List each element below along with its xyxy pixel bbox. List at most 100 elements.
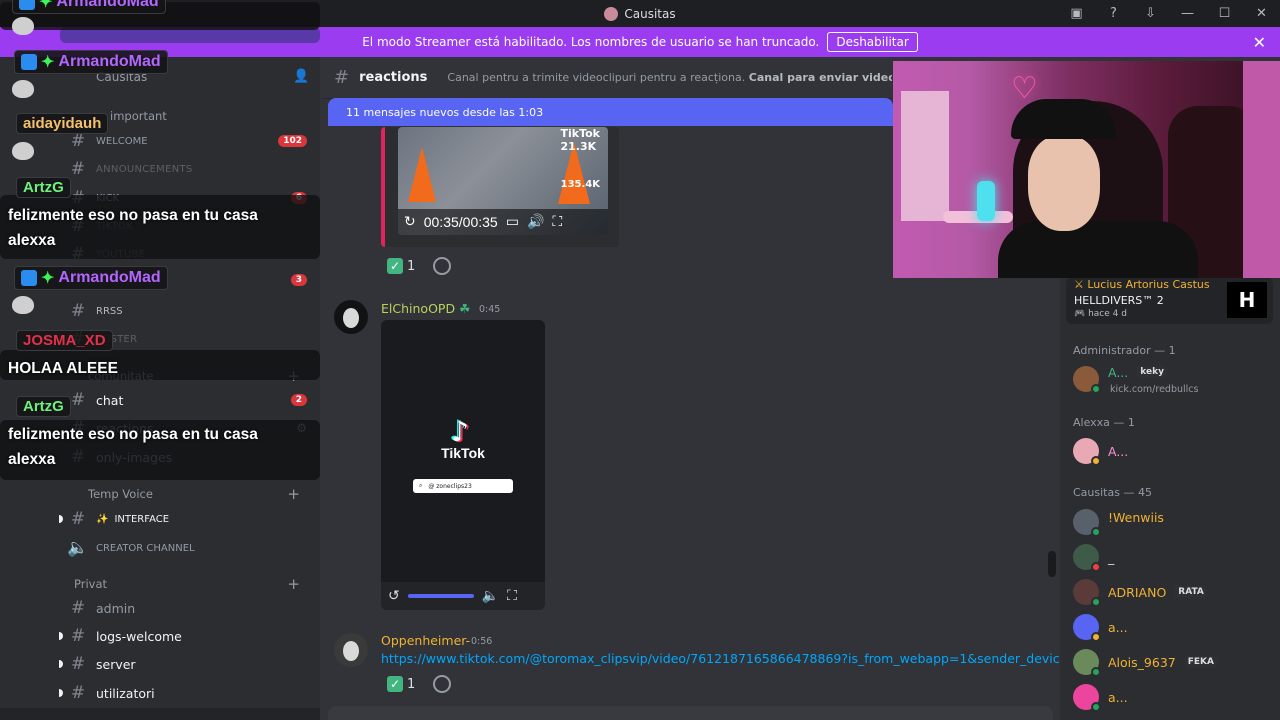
avatar (1073, 649, 1101, 677)
hash-icon: # (70, 329, 86, 349)
member-item[interactable]: a... (1073, 682, 1273, 712)
avatar[interactable] (334, 300, 368, 334)
channel-chat[interactable]: # chat 2 (60, 388, 315, 412)
hash-icon: # (70, 418, 86, 438)
channel-kick[interactable]: # KICK 6 (60, 186, 315, 210)
settings-icon[interactable]: ⚙ (296, 421, 307, 435)
hash-icon: # (70, 159, 86, 179)
message-timestamp: 0:56 (471, 636, 493, 647)
tiktok-video-embed[interactable]: ♪ TikTok ⌕ @ zoneclips23 ↺ 🔈 ⛶ (381, 320, 545, 610)
volume-icon[interactable]: 🔊 (527, 214, 544, 230)
category-comunitate[interactable]: comunitate + (74, 367, 314, 385)
group-header: Alexxa — 1 (1073, 416, 1135, 429)
download-icon[interactable]: ⇩ (1132, 6, 1169, 21)
progress-bar[interactable] (407, 594, 474, 598)
disable-streamer-button[interactable]: Deshabilitar (827, 32, 918, 52)
add-channel-icon[interactable]: + (287, 575, 300, 593)
volume-icon[interactable]: 🔈 (482, 588, 499, 604)
channel-reactions[interactable]: # reactions ⚙ (60, 416, 315, 440)
channel-youtube[interactable]: # YOUTUBE (60, 242, 315, 266)
channel-admin[interactable]: # admin (60, 596, 315, 620)
server-name: Causitas (96, 70, 148, 84)
avatar (1073, 544, 1101, 572)
channel-only-images[interactable]: # only-images (60, 445, 315, 469)
add-channel-icon[interactable]: + (287, 485, 300, 503)
channel-logs-welcome[interactable]: # logs-welcome (59, 624, 315, 648)
hash-icon: # (70, 509, 86, 529)
channel-topic[interactable]: Canal pentru a trimite videoclipuri pent… (447, 71, 892, 84)
member-item[interactable]: !Wenwiis (1073, 507, 1273, 537)
invite-icon[interactable]: 👤 (293, 69, 309, 84)
replay-icon[interactable]: ↻ (404, 214, 416, 230)
avatar (1073, 684, 1101, 712)
channel-tiktok[interactable]: # TIKTOK (60, 214, 315, 238)
member-item[interactable]: ADRIANO RATA (1073, 577, 1273, 607)
activity-card[interactable]: ⚔ Lucius Artorius Castus HELLDIVERS™ 2 🎮… (1066, 278, 1273, 324)
mention-badge: 6 (290, 192, 307, 204)
category-temp-voice[interactable]: Temp Voice + (74, 485, 314, 503)
reaction-check[interactable]: ✓ 1 (387, 673, 415, 695)
captions-icon[interactable]: ▭ (506, 214, 519, 230)
member-item[interactable]: A... (1073, 436, 1273, 466)
channel-sidebar: Causitas 👤 important # WELCOME 102 # ANN… (0, 57, 320, 720)
help-icon[interactable]: ? (1095, 6, 1132, 21)
avatar (1073, 614, 1101, 642)
message-author[interactable]: Oppenheimer- (381, 633, 470, 648)
mention-badge: 102 (278, 135, 307, 147)
speaker-icon: 🔈 (67, 538, 89, 558)
hash-icon: # (70, 188, 86, 208)
replay-icon[interactable]: ↺ (388, 588, 400, 604)
channel-interface[interactable]: # ✨ INTERFACE (59, 507, 315, 531)
avatar (1073, 366, 1101, 394)
category-important[interactable]: important (74, 109, 314, 123)
hash-icon: # (70, 216, 86, 236)
video-thumbnail[interactable]: TikTok 21.3K 135.4K ↻ 00:35/00:35 ▭ 🔊 ⛶ (398, 127, 608, 235)
tiktok-label: TikTok 21.3K (560, 127, 600, 153)
mention-badge: 3 (290, 274, 307, 286)
maximize-icon[interactable]: ☐ (1206, 6, 1243, 21)
avatar (1073, 579, 1101, 607)
server-header[interactable]: Causitas 👤 (0, 57, 320, 97)
channel-server[interactable]: # server (59, 652, 315, 676)
activity-game: HELLDIVERS™ 2 (1074, 294, 1164, 307)
channel-poster[interactable]: # POSTER (60, 327, 315, 351)
group-header: Causitas — 45 (1073, 486, 1152, 499)
minimize-icon[interactable]: — (1169, 6, 1206, 21)
add-reaction-icon[interactable] (433, 675, 451, 693)
channel-welcome[interactable]: # WELCOME 102 (60, 129, 315, 153)
channel-announcements[interactable]: # ANNOUNCEMENTS (60, 157, 315, 181)
group-header: Administrador — 1 (1073, 344, 1176, 357)
fullscreen-icon[interactable]: ⛶ (552, 214, 562, 230)
channel-header: # reactions Canal pentru a trimite video… (322, 57, 892, 99)
new-messages-bar[interactable]: 11 mensajes nuevos desde las 1:03 (328, 98, 893, 126)
channel-creator[interactable]: 🔈 CREATOR CHANNEL (60, 536, 315, 560)
close-banner-icon[interactable]: ✕ (1253, 33, 1266, 52)
member-item[interactable]: A... keky kick.com/redbullcs (1073, 364, 1273, 395)
banner-text: El modo Streamer está habilitado. Los no… (362, 35, 820, 49)
message-composer[interactable] (328, 706, 1053, 720)
hash-icon: # (70, 390, 86, 410)
close-window-icon[interactable]: ✕ (1243, 6, 1280, 21)
channel-rrss[interactable]: # RRSS (60, 299, 315, 323)
member-item[interactable]: Alois_9637 FEKA (1073, 647, 1273, 677)
message-timestamp: 0:45 (479, 304, 501, 315)
avatar[interactable] (334, 633, 368, 667)
game-art: H (1227, 282, 1267, 318)
streamer-icon[interactable]: ▣ (1058, 6, 1095, 21)
video-embed[interactable]: TikTok 21.3K 135.4K ↻ 00:35/00:35 ▭ 🔊 ⛶ (381, 127, 619, 247)
message-author[interactable]: ElChinoOPD ☘ (381, 301, 470, 316)
sparkles-icon: ✨ (96, 513, 109, 525)
reaction-check[interactable]: ✓ 1 (387, 255, 415, 277)
fullscreen-icon[interactable]: ⛶ (507, 588, 517, 604)
message-link[interactable]: https://www.tiktok.com/@toromax_clipsvip… (381, 651, 1093, 666)
add-reaction-icon[interactable] (433, 257, 451, 275)
channel-name: reactions (359, 70, 428, 85)
channel-utilizatori[interactable]: # utilizatori (59, 681, 315, 705)
member-item[interactable]: _ (1073, 542, 1273, 572)
scrollbar[interactable] (1048, 551, 1056, 577)
category-privat[interactable]: Privat + (74, 575, 314, 593)
add-channel-icon[interactable]: + (287, 367, 300, 385)
hash-icon: # (70, 654, 86, 674)
member-item[interactable]: a... (1073, 612, 1273, 642)
webcam-overlay: ♡ (893, 61, 1280, 278)
